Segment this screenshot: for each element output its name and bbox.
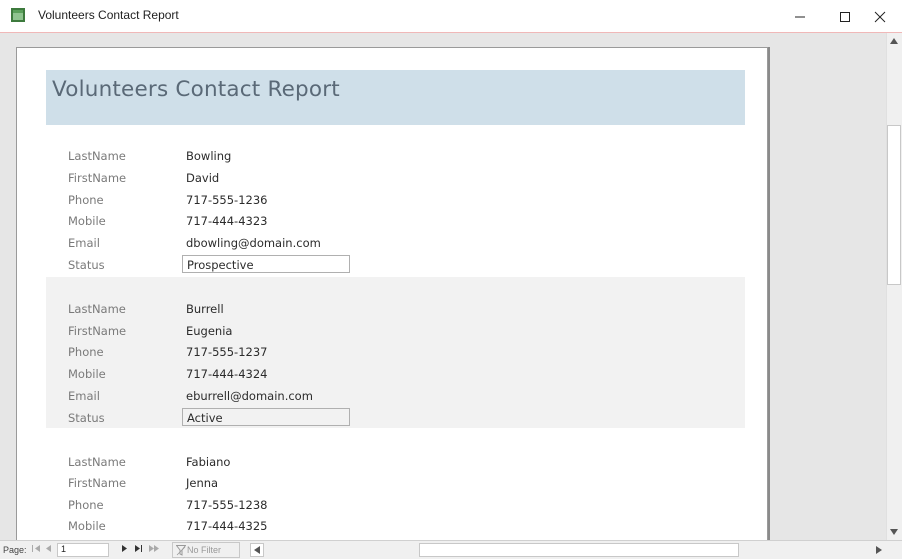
label-mobile: Mobile [68,519,106,533]
label-phone: Phone [68,345,104,359]
value-email: dbowling@domain.com [186,236,321,250]
value-phone: 717-555-1237 [186,345,268,359]
previous-page-button[interactable] [45,544,52,555]
value-firstname: Jenna [186,476,219,490]
value-mobile: 717-444-4324 [186,367,268,381]
filter-label: No Filter [187,545,222,555]
value-status: Active [182,408,350,426]
scroll-down-icon [890,529,898,535]
label-firstname: FirstName [68,171,127,185]
scroll-up-button[interactable] [887,34,901,48]
label-phone: Phone [68,193,104,207]
report-title: Volunteers Contact Report [52,77,340,102]
value-lastname: Burrell [186,302,224,316]
report-app-icon [11,8,25,22]
label-lastname: LastName [68,149,126,163]
value-status: Prospective [182,255,350,273]
record-1 [46,140,745,276]
record-2 [46,277,745,428]
minimize-button[interactable] [777,0,822,33]
last-page-button[interactable] [134,544,143,555]
value-lastname: Fabiano [186,455,231,469]
label-firstname: FirstName [68,476,127,490]
label-lastname: LastName [68,455,126,469]
scroll-up-icon [890,38,898,44]
close-button[interactable] [857,0,902,33]
scroll-left-icon [254,546,260,554]
first-page-icon [32,545,40,552]
label-lastname: LastName [68,302,126,316]
label-firstname: FirstName [68,324,127,338]
label-email: Email [68,389,100,403]
minimize-icon [794,16,805,17]
title-bar: Volunteers Contact Report [0,0,902,33]
value-email: eburrell@domain.com [186,389,313,403]
value-firstname: David [186,171,220,185]
value-phone: 717-555-1238 [186,498,268,512]
previous-page-icon [46,545,51,552]
filter-indicator[interactable]: No Filter [172,542,240,558]
vertical-scroll-thumb[interactable] [887,125,901,285]
window-title: Volunteers Contact Report [38,8,179,22]
value-mobile: 717-444-4325 [186,519,268,533]
value-lastname: Bowling [186,149,232,163]
vertical-scrollbar[interactable] [886,33,902,540]
label-phone: Phone [68,498,104,512]
last-page-icon [135,545,142,552]
next-page-button[interactable] [121,544,128,555]
scroll-down-button[interactable] [887,525,901,539]
label-status: Status [68,258,105,272]
label-email: Email [68,236,100,250]
label-mobile: Mobile [68,367,106,381]
label-mobile: Mobile [68,214,106,228]
scroll-left-button[interactable] [250,543,264,557]
first-page-button[interactable] [32,544,41,555]
horizontal-scroll-thumb[interactable] [419,543,739,557]
next-page-icon [122,545,127,552]
new-record-button[interactable] [148,544,160,555]
scroll-right-button[interactable] [872,543,886,557]
record-navigation-bar: Page: 1 No Filter [0,540,902,559]
page-number-input[interactable]: 1 [57,543,109,557]
value-phone: 717-555-1236 [186,193,268,207]
value-mobile: 717-444-4323 [186,214,268,228]
value-firstname: Eugenia [186,324,233,338]
maximize-icon [839,11,850,22]
filter-icon [176,545,186,556]
page-label: Page: [3,545,27,555]
label-status: Status [68,411,105,425]
new-record-icon [149,545,159,552]
scroll-right-icon [876,546,882,554]
close-icon [874,11,885,22]
